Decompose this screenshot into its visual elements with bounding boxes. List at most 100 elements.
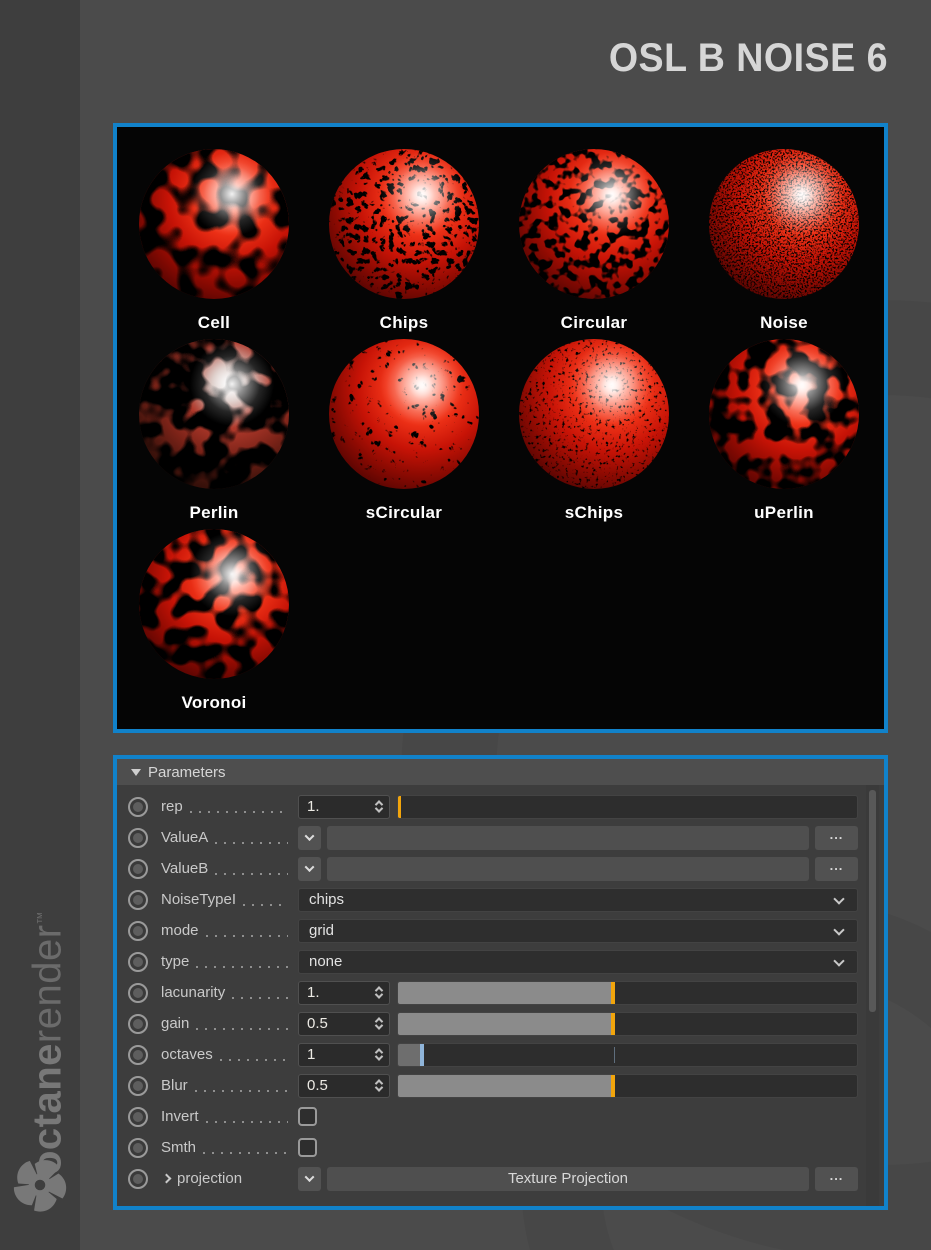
mode-dropdown[interactable]: grid [298, 918, 858, 943]
swatch-cell: Perlin [119, 339, 309, 529]
swatch-cell: Noise [689, 149, 879, 339]
valueb-more-button[interactable]: ... [815, 856, 858, 881]
specular-highlight [329, 149, 479, 299]
slider-fill [398, 1074, 615, 1097]
sphere-label: Noise [760, 313, 808, 332]
sphere-label: Circular [560, 313, 628, 332]
octane-pinwheel-logo-icon [13, 1160, 67, 1212]
spinner-arrows-icon[interactable] [374, 1048, 384, 1061]
blur-value[interactable]: 0.5 [299, 1077, 376, 1094]
param-row-octaves: octaves 1 [117, 1039, 858, 1070]
chevron-down-icon [304, 862, 315, 873]
sphere-label: sCircular [365, 503, 443, 522]
param-row-gain: gain 0.5 [117, 1008, 858, 1039]
chevron-down-icon [833, 954, 845, 967]
rep-value[interactable]: 1. [299, 798, 376, 815]
valuea-more-button[interactable]: ... [815, 825, 858, 850]
octaves-spinner[interactable]: 1 [298, 1042, 390, 1067]
dot-leader [196, 1027, 288, 1030]
rep-spinner[interactable]: 1. [298, 794, 390, 819]
parameters-header-label: Parameters [148, 763, 226, 781]
gain-slider[interactable] [397, 1011, 858, 1036]
slider-tick [613, 1046, 615, 1063]
noisetype-selected-value: chips [309, 891, 345, 908]
param-label: projection [177, 1170, 243, 1187]
node-connector[interactable] [128, 796, 148, 817]
invert-checkbox[interactable] [298, 1107, 317, 1126]
node-connector[interactable] [128, 827, 148, 848]
rep-slider[interactable] [397, 794, 858, 819]
node-connector[interactable] [128, 1137, 148, 1158]
brand-sidebar: octanerender™ [0, 0, 80, 1250]
node-connector[interactable] [128, 1013, 148, 1034]
octaves-slider[interactable] [397, 1042, 858, 1067]
scrollbar-track[interactable] [866, 785, 879, 1206]
gain-spinner[interactable]: 0.5 [298, 1011, 390, 1036]
blur-spinner[interactable]: 0.5 [298, 1073, 390, 1098]
spinner-arrows-icon[interactable] [374, 1079, 384, 1092]
gain-value[interactable]: 0.5 [299, 1015, 376, 1032]
node-connector[interactable] [128, 1075, 148, 1096]
node-connector[interactable] [128, 889, 148, 910]
specular-highlight [139, 339, 289, 489]
scrollbar-thumb[interactable] [869, 790, 876, 1012]
spinner-arrows-icon[interactable] [374, 1017, 384, 1030]
dot-leader [205, 1120, 288, 1123]
swatch-cell: Chips [309, 149, 499, 339]
octaves-value[interactable]: 1 [299, 1046, 376, 1063]
lacunarity-spinner[interactable]: 1. [298, 980, 390, 1005]
node-connector[interactable] [128, 858, 148, 879]
projection-node-dropdown-button[interactable] [298, 1166, 321, 1191]
chevron-down-icon [833, 923, 845, 936]
chevron-down-icon [304, 1172, 315, 1183]
sphere-label: Chips [379, 313, 429, 332]
node-connector[interactable] [128, 1106, 148, 1127]
slider-fill [398, 795, 402, 818]
smth-checkbox[interactable] [298, 1138, 317, 1157]
valuea-node-dropdown-button[interactable] [298, 825, 321, 850]
projection-more-button[interactable]: ... [815, 1166, 858, 1191]
param-label: lacunarity [161, 984, 226, 1001]
lacunarity-slider[interactable] [397, 980, 858, 1005]
collapse-triangle-icon[interactable] [131, 768, 141, 776]
param-label: mode [161, 922, 199, 939]
param-label: ValueA [161, 829, 209, 846]
specular-highlight [519, 149, 669, 299]
texture-projection-button[interactable]: Texture Projection [327, 1166, 809, 1191]
expand-chevron-right-icon[interactable] [161, 1173, 172, 1184]
sphere-circular-preview [519, 149, 669, 299]
blur-slider[interactable] [397, 1073, 858, 1098]
type-dropdown[interactable]: none [298, 949, 858, 974]
parameters-header[interactable]: Parameters [117, 759, 884, 785]
node-connector[interactable] [128, 1168, 148, 1189]
valueb-link-field[interactable] [327, 856, 809, 881]
node-connector[interactable] [128, 1044, 148, 1065]
dot-leader [219, 1058, 288, 1061]
sphere-label: Perlin [189, 503, 239, 522]
spinner-arrows-icon[interactable] [374, 986, 384, 999]
trademark-symbol: ™ [34, 910, 49, 925]
lacunarity-value[interactable]: 1. [299, 984, 376, 1001]
dot-leader [196, 965, 288, 968]
param-label: ValueB [161, 860, 209, 877]
sphere-label: sChips [564, 503, 624, 522]
dot-leader [215, 841, 288, 844]
valueb-node-dropdown-button[interactable] [298, 856, 321, 881]
parameter-rows: rep 1. ValueA ... ValueB ... NoiseTypeI … [117, 785, 884, 1194]
node-connector[interactable] [128, 982, 148, 1003]
valuea-link-field[interactable] [327, 825, 809, 850]
dot-leader [194, 1089, 288, 1092]
specular-highlight [709, 149, 859, 299]
node-connector[interactable] [128, 920, 148, 941]
spinner-arrows-icon[interactable] [374, 800, 384, 813]
chevron-down-icon [833, 892, 845, 905]
slider-fill [398, 981, 615, 1004]
dot-leader [189, 810, 288, 813]
noisetype-dropdown[interactable]: chips [298, 887, 858, 912]
param-row-valuea: ValueA ... [117, 822, 858, 853]
sphere-grid: Cell Chips Circular Noise Perlin sCircul… [117, 127, 884, 719]
node-connector[interactable] [128, 951, 148, 972]
slider-fill [398, 1043, 425, 1066]
sphere-row-3: Voronoi [119, 529, 884, 719]
specular-highlight [329, 339, 479, 489]
